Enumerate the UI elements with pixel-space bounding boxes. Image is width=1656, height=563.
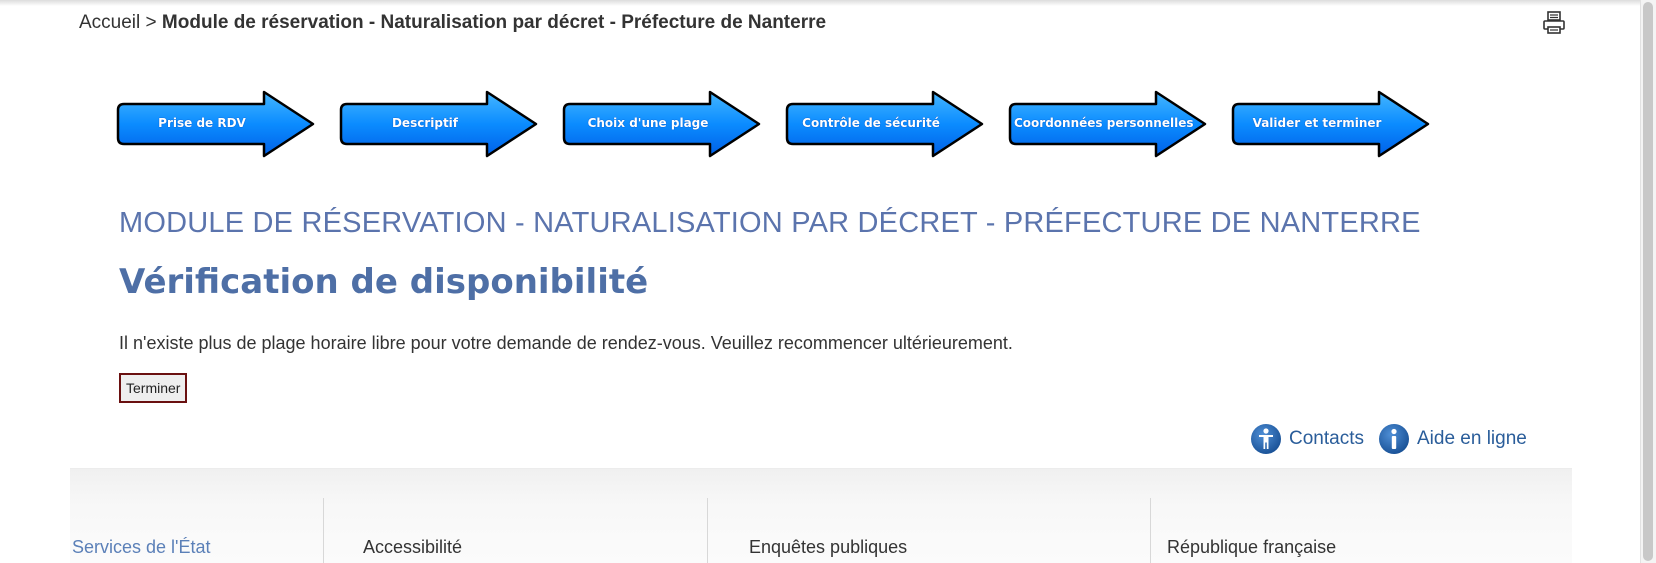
- breadcrumb: Accueil > Module de réservation - Natura…: [79, 12, 826, 34]
- step-label: Prise de RDV: [158, 116, 246, 130]
- info-icon: [1378, 424, 1409, 454]
- booking-steps: Prise de RDV Descriptif Choix d'une plag…: [116, 90, 1496, 164]
- breadcrumb-home-link[interactable]: Accueil: [79, 12, 140, 33]
- footer-link-republique-francaise[interactable]: République française: [1167, 537, 1336, 558]
- step-label: Contrôle de sécurité: [802, 116, 940, 130]
- step-prise-de-rdv[interactable]: Prise de RDV: [116, 90, 322, 164]
- step-label: Choix d'une plage: [587, 116, 709, 130]
- printer-icon[interactable]: [1542, 11, 1566, 35]
- page-title: Vérification de disponibilité: [119, 262, 649, 302]
- top-shadow: [0, 0, 1650, 6]
- availability-message: Il n'existe plus de plage horaire libre …: [119, 333, 1013, 353]
- aide-en-ligne-label: Aide en ligne: [1416, 428, 1527, 449]
- terminer-button[interactable]: Terminer: [119, 373, 188, 403]
- step-label: Descriptif: [391, 116, 459, 130]
- breadcrumb-current: Module de réservation - Naturalisation p…: [161, 12, 827, 33]
- footer-link-services-etat[interactable]: Services de l'État: [72, 537, 211, 558]
- accessibility-person-icon: [1251, 424, 1281, 454]
- step-choix-plage[interactable]: Choix d'une plage: [562, 90, 768, 164]
- aide-en-ligne-link[interactable]: Aide en ligne: [1378, 423, 1527, 455]
- step-label: Coordonnées personnelles: [1014, 116, 1194, 130]
- footer-link-enquetes-publiques[interactable]: Enquêtes publiques: [749, 537, 907, 558]
- contacts-link[interactable]: Contacts: [1250, 423, 1364, 455]
- contacts-label: Contacts: [1289, 428, 1364, 449]
- footer-link-accessibilite[interactable]: Accessibilité: [363, 537, 462, 558]
- step-controle-securite[interactable]: Contrôle de sécurité: [785, 90, 991, 164]
- step-label: Valider et terminer: [1252, 116, 1382, 130]
- module-title: MODULE DE RÉSERVATION - NATURALISATION P…: [119, 207, 1421, 239]
- help-links: Contacts Aide en ligne: [1250, 422, 1541, 456]
- breadcrumb-separator: >: [145, 12, 157, 33]
- step-coordonnees[interactable]: Coordonnées personnelles: [1008, 90, 1214, 164]
- step-valider-terminer[interactable]: Valider et terminer: [1231, 90, 1437, 164]
- scrollbar-thumb[interactable]: [1643, 2, 1653, 561]
- step-descriptif[interactable]: Descriptif: [339, 90, 545, 164]
